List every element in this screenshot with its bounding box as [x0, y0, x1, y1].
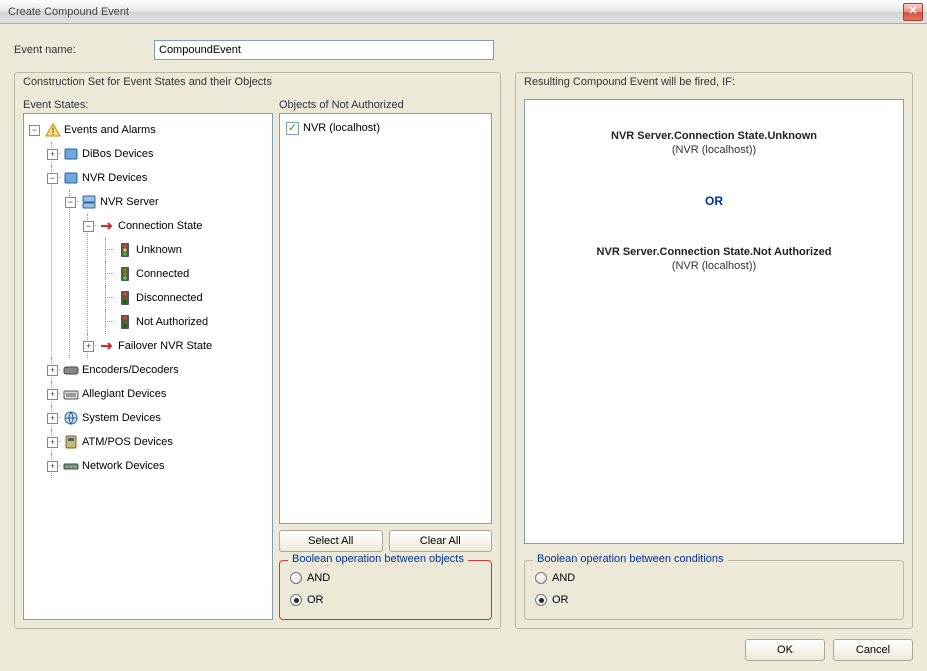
- select-all-button[interactable]: Select All: [279, 530, 383, 552]
- tree-nvr-devices[interactable]: − NVR Devices: [62, 166, 270, 190]
- bool-objects-and[interactable]: AND: [290, 567, 481, 589]
- traffic-light-icon: [117, 290, 133, 306]
- tree-events-alarms[interactable]: − ! Events and Alarms: [44, 118, 270, 142]
- bool-objects-title: Boolean operation between objects: [288, 553, 468, 565]
- bool-conditions-title: Boolean operation between conditions: [533, 553, 728, 565]
- tree-connection-state[interactable]: − Connection State: [98, 214, 270, 238]
- network-icon: [63, 458, 79, 474]
- globe-icon: [63, 410, 79, 426]
- radio-checked-icon[interactable]: [535, 594, 547, 606]
- svg-text:!: !: [51, 126, 54, 138]
- objects-label: Objects of Not Authorized: [279, 99, 492, 111]
- bool-objects-fieldset: Boolean operation between objects AND OR: [279, 560, 492, 620]
- warning-icon: !: [45, 122, 61, 138]
- close-button[interactable]: ✕: [903, 3, 923, 21]
- condition-2-sub: (NVR (localhost)): [597, 260, 832, 272]
- result-panel: Resulting Compound Event will be fired, …: [515, 72, 913, 629]
- traffic-light-icon: [117, 266, 133, 282]
- tree-atm[interactable]: +ATM/POS Devices: [62, 430, 270, 454]
- bool-objects-or[interactable]: OR: [290, 589, 481, 611]
- bool-conditions-and[interactable]: AND: [535, 567, 893, 589]
- server-icon: [81, 194, 97, 210]
- clear-all-button[interactable]: Clear All: [389, 530, 493, 552]
- collapse-icon[interactable]: −: [47, 173, 58, 184]
- tree-nvr-server[interactable]: − NVR Server: [80, 190, 270, 214]
- tree-not-authorized[interactable]: Not Authorized: [116, 310, 270, 334]
- event-name-label: Event name:: [14, 44, 154, 56]
- close-icon: ✕: [908, 5, 917, 17]
- condition-1-sub: (NVR (localhost)): [611, 144, 817, 156]
- objects-column: Objects of Not Authorized ✓ NVR (localho…: [279, 99, 492, 620]
- construction-panel-title: Construction Set for Event States and th…: [15, 73, 500, 93]
- tree-encoders[interactable]: +Encoders/Decoders: [62, 358, 270, 382]
- tree-connected[interactable]: Connected: [116, 262, 270, 286]
- collapse-icon[interactable]: −: [65, 197, 76, 208]
- radio-unchecked-icon[interactable]: [290, 572, 302, 584]
- result-panel-body: NVR Server.Connection State.Unknown (NVR…: [516, 93, 912, 628]
- server-icon: [63, 170, 79, 186]
- construction-panel: Construction Set for Event States and th…: [14, 72, 501, 629]
- panels: Construction Set for Event States and th…: [14, 72, 913, 629]
- tree-system[interactable]: +System Devices: [62, 406, 270, 430]
- title-bar: Create Compound Event ✕: [0, 0, 927, 24]
- checkbox-checked-icon[interactable]: ✓: [286, 122, 299, 135]
- condition-2-title: NVR Server.Connection State.Not Authoriz…: [597, 246, 832, 258]
- cancel-button[interactable]: Cancel: [833, 639, 913, 661]
- expand-icon[interactable]: +: [83, 341, 94, 352]
- objects-button-row: Select All Clear All: [279, 530, 492, 552]
- result-panel-title: Resulting Compound Event will be fired, …: [516, 73, 912, 93]
- server-icon: [63, 146, 79, 162]
- traffic-light-icon: [117, 242, 133, 258]
- expand-icon[interactable]: +: [47, 413, 58, 424]
- tree-disconnected[interactable]: Disconnected: [116, 286, 270, 310]
- window-title: Create Compound Event: [8, 6, 903, 18]
- tree-failover[interactable]: + Failover NVR State: [98, 334, 270, 358]
- arrow-icon: [99, 218, 115, 234]
- tree-dibos[interactable]: + DiBos Devices: [62, 142, 270, 166]
- expand-icon[interactable]: +: [47, 389, 58, 400]
- dialog-body: Event name: Construction Set for Event S…: [0, 24, 927, 671]
- result-area: NVR Server.Connection State.Unknown (NVR…: [524, 99, 904, 544]
- arrow-icon: [99, 338, 115, 354]
- dialog-button-row: OK Cancel: [14, 629, 913, 661]
- condition-2: NVR Server.Connection State.Not Authoriz…: [597, 246, 832, 272]
- event-name-row: Event name:: [14, 40, 913, 60]
- event-states-column: Event States: − ! Events and Alarms: [23, 99, 273, 620]
- event-states-label: Event States:: [23, 99, 273, 111]
- construction-panel-body: Event States: − ! Events and Alarms: [15, 93, 500, 628]
- tree-network[interactable]: +Network Devices: [62, 454, 270, 478]
- expand-icon[interactable]: +: [47, 461, 58, 472]
- condition-1-title: NVR Server.Connection State.Unknown: [611, 130, 817, 142]
- condition-1: NVR Server.Connection State.Unknown (NVR…: [611, 130, 817, 156]
- expand-icon[interactable]: +: [47, 365, 58, 376]
- traffic-light-icon: [117, 314, 133, 330]
- tree-unknown[interactable]: Unknown: [116, 238, 270, 262]
- bool-conditions-fieldset: Boolean operation between conditions AND…: [524, 560, 904, 620]
- tree-allegiant[interactable]: +Allegiant Devices: [62, 382, 270, 406]
- event-states-tree[interactable]: − ! Events and Alarms +: [23, 113, 273, 620]
- atm-icon: [63, 434, 79, 450]
- object-item-nvr[interactable]: ✓ NVR (localhost): [282, 118, 489, 138]
- keyboard-icon: [63, 386, 79, 402]
- objects-list[interactable]: ✓ NVR (localhost): [279, 113, 492, 524]
- collapse-icon[interactable]: −: [29, 125, 40, 136]
- expand-icon[interactable]: +: [47, 149, 58, 160]
- or-separator: OR: [705, 194, 723, 208]
- encoder-icon: [63, 362, 79, 378]
- expand-icon[interactable]: +: [47, 437, 58, 448]
- radio-checked-icon[interactable]: [290, 594, 302, 606]
- ok-button[interactable]: OK: [745, 639, 825, 661]
- event-name-input[interactable]: [154, 40, 494, 60]
- collapse-icon[interactable]: −: [83, 221, 94, 232]
- bool-conditions-or[interactable]: OR: [535, 589, 893, 611]
- radio-unchecked-icon[interactable]: [535, 572, 547, 584]
